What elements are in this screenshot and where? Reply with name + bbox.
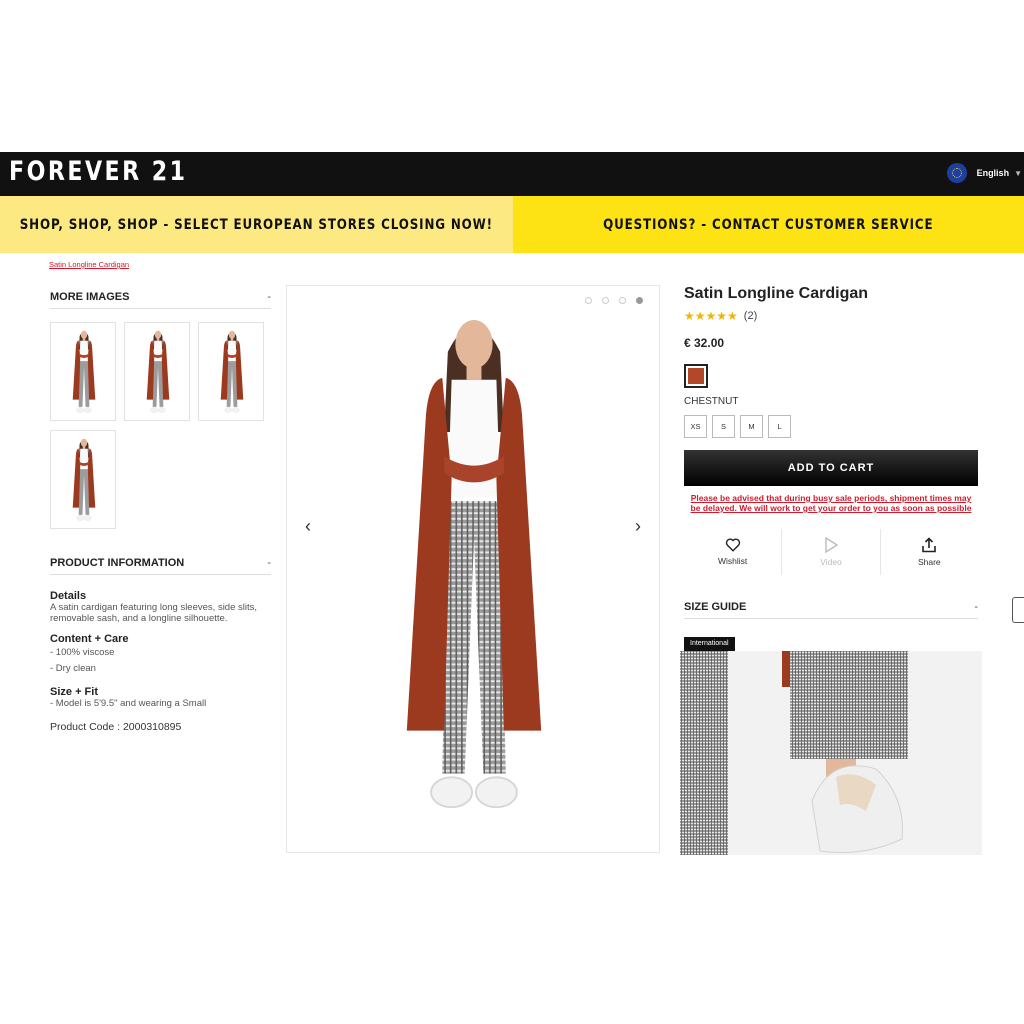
model-walking-image [72, 438, 96, 521]
zoomed-image-preview [680, 651, 982, 855]
add-to-cart-button[interactable]: ADD TO CART [684, 450, 978, 486]
carousel-dots [585, 297, 643, 304]
product-information-header[interactable]: PRODUCT INFORMATION - [50, 551, 271, 575]
video-label: Video [820, 557, 842, 567]
size-selector: XS S M L [684, 415, 978, 438]
product-information-section: PRODUCT INFORMATION - Details A satin ca… [50, 551, 271, 733]
model-front-image [72, 330, 96, 413]
breadcrumb[interactable]: Satin Longline Cardigan [49, 260, 129, 269]
international-size-tab[interactable]: International [684, 637, 735, 651]
wishlist-label: Wishlist [718, 556, 748, 566]
promo-stores-closing-text: SHOP, SHOP, SHOP - SELECT EUROPEAN STORE… [19, 216, 494, 233]
rating-count: (2) [743, 310, 758, 322]
play-icon [825, 537, 838, 553]
shipping-notice-link[interactable]: Please be advised that during busy sale … [684, 493, 978, 513]
size-guide-title: SIZE GUIDE [684, 600, 747, 613]
language-selector[interactable]: English ▼ [946, 163, 1022, 183]
carousel-dot[interactable] [619, 297, 626, 304]
collapse-icon[interactable]: - [267, 557, 271, 569]
chevron-left-icon[interactable]: ‹ [305, 516, 311, 537]
carousel-dot[interactable] [602, 297, 609, 304]
thumbnail-list [50, 322, 272, 529]
size-guide-header[interactable]: SIZE GUIDE - [684, 595, 978, 619]
heart-icon [725, 538, 740, 552]
product-rating[interactable]: ★★★★★ (2) [684, 309, 978, 323]
eu-flag-icon [946, 163, 967, 183]
product-actions: Wishlist Video Share [684, 529, 978, 575]
share-label: Share [917, 557, 941, 567]
brand-logo[interactable]: FOREVER 21 [9, 156, 188, 187]
details-title: Details [50, 590, 87, 602]
details-text: A satin cardigan featuring long sleeves,… [50, 602, 258, 624]
promo-banner: SHOP, SHOP, SHOP - SELECT EUROPEAN STORE… [0, 196, 1024, 253]
carousel-dot-active[interactable] [636, 297, 643, 304]
size-fit-title: Size + Fit [50, 686, 98, 698]
thumbnail-back[interactable] [198, 322, 264, 421]
product-details-column: Satin Longline Cardigan ★★★★★ (2) € 32.0… [684, 285, 978, 651]
left-column: MORE IMAGES - PRODUCT INFORMATION - Deta… [50, 285, 271, 733]
top-navigation-bar: FOREVER 21 English ▼ [0, 152, 1024, 196]
zoomed-pants-shoes-image [680, 651, 908, 855]
care-line: - Dry clean [50, 663, 96, 674]
promo-customer-service-text: QUESTIONS? - CONTACT CUSTOMER SERVICE [603, 216, 934, 233]
product-price: € 32.00 [684, 336, 725, 350]
size-option-m[interactable]: M [740, 415, 763, 438]
size-fit-text: - Model is 5'9.5" and wearing a Small [50, 698, 207, 709]
size-option-l[interactable]: L [768, 415, 791, 438]
more-images-title: MORE IMAGES [50, 290, 130, 303]
main-product-image[interactable]: ‹ › [286, 285, 660, 853]
chevron-right-icon[interactable]: › [635, 516, 641, 537]
collapse-icon[interactable]: - [267, 291, 271, 303]
selected-color-name: CHESTNUT [684, 396, 739, 407]
thumbnail-side[interactable] [124, 322, 190, 421]
model-back-image [220, 330, 244, 413]
star-rating-icon: ★★★★★ [684, 309, 738, 323]
product-code: Product Code : 2000310895 [50, 721, 182, 733]
thumbnail-front[interactable] [50, 322, 116, 421]
promo-customer-service[interactable]: QUESTIONS? - CONTACT CUSTOMER SERVICE [513, 196, 1024, 253]
side-feedback-tab[interactable] [1012, 597, 1024, 623]
promo-stores-closing[interactable]: SHOP, SHOP, SHOP - SELECT EUROPEAN STORE… [0, 196, 513, 253]
carousel-dot[interactable] [585, 297, 592, 304]
product-title: Satin Longline Cardigan [684, 285, 869, 302]
caret-down-icon: ▼ [1014, 168, 1022, 178]
color-swatch-chestnut[interactable] [684, 364, 708, 388]
collapse-icon[interactable]: - [974, 601, 978, 613]
more-images-header[interactable]: MORE IMAGES - [50, 285, 271, 309]
content-line: - 100% viscose [50, 647, 115, 658]
thumbnail-walking[interactable] [50, 430, 116, 529]
size-option-xs[interactable]: XS [684, 415, 707, 438]
product-information-title: PRODUCT INFORMATION [50, 556, 185, 569]
share-icon [922, 537, 937, 553]
language-label: English [976, 168, 1010, 178]
video-button[interactable]: Video [782, 529, 881, 575]
size-option-s[interactable]: S [712, 415, 735, 438]
content-care-title: Content + Care [50, 633, 129, 645]
model-side-image [146, 330, 170, 413]
share-button[interactable]: Share [881, 529, 978, 575]
model-main-image [405, 318, 543, 809]
wishlist-button[interactable]: Wishlist [684, 529, 783, 575]
